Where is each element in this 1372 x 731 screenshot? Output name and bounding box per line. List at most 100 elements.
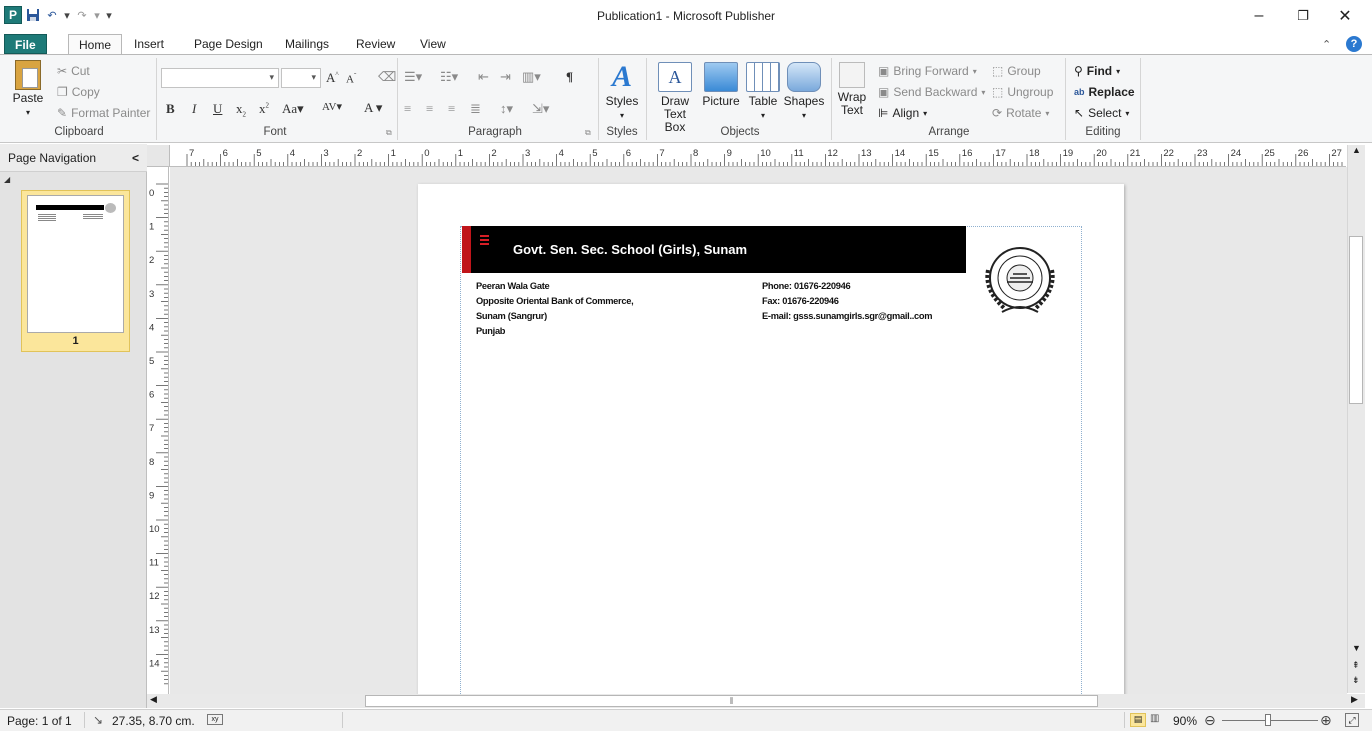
- zoom-level[interactable]: 90%: [1173, 714, 1197, 728]
- undo-icon[interactable]: ↶: [44, 7, 60, 23]
- send-backward-button[interactable]: ▣ Send Backward ▾: [878, 83, 985, 101]
- bring-forward-button[interactable]: ▣ Bring Forward ▾: [878, 62, 977, 80]
- paragraph-dialog-launcher-icon[interactable]: ⧉: [585, 128, 591, 138]
- two-page-view-icon[interactable]: ▥: [1150, 713, 1159, 724]
- single-page-view-icon[interactable]: ▤: [1130, 713, 1146, 727]
- ruler-label: 5: [592, 148, 597, 159]
- columns-icon[interactable]: ▥▾: [522, 69, 541, 85]
- align-right-icon[interactable]: ≡: [448, 101, 455, 117]
- vertical-ruler[interactable]: 0 1 2 3 4 5 6 7 8 9 10 11 12 13 14: [147, 167, 169, 697]
- paragraph-spacing-icon[interactable]: ⇲▾: [532, 101, 549, 117]
- previous-page-icon[interactable]: ⇞: [1352, 660, 1360, 671]
- italic-icon[interactable]: I: [192, 101, 196, 117]
- fit-page-icon[interactable]: ⤢: [1345, 713, 1359, 727]
- minimize-ribbon-icon[interactable]: ⌃: [1322, 38, 1331, 51]
- tab-review[interactable]: Review: [346, 34, 405, 54]
- rotate-button[interactable]: ⟳ Rotate ▾: [992, 104, 1049, 122]
- zoom-slider-thumb[interactable]: [1265, 714, 1271, 726]
- scroll-right-icon[interactable]: ▶: [1351, 694, 1358, 705]
- redo-icon[interactable]: ↷: [74, 7, 90, 23]
- scroll-up-icon[interactable]: ▲: [1352, 145, 1361, 155]
- tab-mailings[interactable]: Mailings: [275, 34, 339, 54]
- bullets-icon[interactable]: ☰▾: [404, 69, 422, 85]
- tab-insert[interactable]: Insert: [124, 34, 174, 54]
- page-thumbnail[interactable]: 1: [21, 190, 130, 352]
- superscript-icon[interactable]: x2: [259, 101, 269, 117]
- zoom-in-icon[interactable]: ⊕: [1320, 712, 1332, 729]
- tab-file[interactable]: File: [4, 34, 47, 54]
- paste-button[interactable]: Paste ▾: [8, 60, 48, 119]
- ungroup-button[interactable]: ⬚ Ungroup: [992, 83, 1053, 101]
- line-spacing-icon[interactable]: ↕▾: [500, 101, 513, 117]
- school-seal-logo[interactable]: [974, 240, 1066, 326]
- ruler-label: 8: [149, 457, 154, 468]
- align-left-icon[interactable]: ≡: [404, 101, 411, 117]
- increase-indent-icon[interactable]: ⇥: [500, 69, 511, 85]
- collapse-pane-icon[interactable]: <: [132, 151, 139, 165]
- change-case-icon[interactable]: Aa▾: [282, 101, 304, 117]
- status-divider: [1124, 712, 1125, 728]
- menu-lines-icon: [480, 235, 489, 245]
- save-icon[interactable]: [25, 7, 41, 23]
- contact-block[interactable]: Phone: 01676-220946 Fax: 01676-220946 E-…: [762, 279, 933, 324]
- table-button[interactable]: Table ▾: [745, 62, 781, 122]
- publisher-logo-icon[interactable]: P: [4, 6, 22, 24]
- page-indicator[interactable]: Page: 1 of 1: [7, 714, 72, 728]
- align-button[interactable]: ⊫ Align ▾: [878, 104, 927, 122]
- subscript-icon[interactable]: x2: [236, 101, 246, 119]
- styles-button[interactable]: A Styles ▾: [604, 62, 640, 122]
- font-name-combo[interactable]: ▾: [161, 68, 279, 88]
- zoom-out-icon[interactable]: ⊖: [1204, 712, 1216, 729]
- find-button[interactable]: ⚲ Find ▾: [1074, 62, 1120, 80]
- minimize-button[interactable]: –: [1236, 0, 1282, 32]
- picture-button[interactable]: Picture: [700, 62, 742, 108]
- font-color-icon[interactable]: A ▾: [364, 100, 382, 116]
- justify-icon[interactable]: ≣: [470, 101, 481, 117]
- shapes-button[interactable]: Shapes ▾: [783, 62, 825, 122]
- font-dialog-launcher-icon[interactable]: ⧉: [386, 128, 392, 138]
- show-marks-icon[interactable]: ¶: [566, 69, 573, 85]
- scroll-down-icon[interactable]: ▼: [1352, 643, 1361, 653]
- binoculars-icon: ⚲: [1074, 64, 1083, 78]
- school-name-title[interactable]: Govt. Sen. Sec. School (Girls), Sunam: [513, 242, 747, 257]
- format-painter-button[interactable]: ✎ Format Painter: [57, 104, 150, 122]
- numbering-icon[interactable]: ☷▾: [440, 69, 458, 85]
- tab-page-design[interactable]: Page Design: [184, 34, 273, 54]
- clear-formatting-icon[interactable]: ⌫: [378, 69, 396, 85]
- close-button[interactable]: ✕: [1322, 0, 1368, 32]
- replace-button[interactable]: ab Replace: [1074, 83, 1135, 101]
- select-button[interactable]: ↖ Select ▾: [1074, 104, 1129, 122]
- restore-button[interactable]: ❐: [1280, 0, 1326, 32]
- horizontal-ruler[interactable]: 7 6 5 4 3 2 1 0 1 2 3 4 5 6 7 8 9 10 11 12 13 14 15 16 17 18 19 20 2…: [170, 145, 1346, 167]
- styles-icon: A: [611, 60, 632, 93]
- character-spacing-icon[interactable]: AV▾: [322, 100, 342, 113]
- undo-dropdown-icon[interactable]: ▾: [63, 7, 71, 23]
- help-icon[interactable]: ?: [1346, 36, 1362, 52]
- grow-font-icon[interactable]: A^: [326, 70, 339, 86]
- address-block[interactable]: Peeran Wala Gate Opposite Oriental Bank …: [476, 279, 634, 339]
- tab-view[interactable]: View: [410, 34, 456, 54]
- align-center-icon[interactable]: ≡: [426, 101, 433, 117]
- publication-page[interactable]: Govt. Sen. Sec. School (Girls), Sunam Pe…: [418, 184, 1124, 694]
- underline-icon[interactable]: U: [213, 101, 222, 117]
- next-page-icon[interactable]: ⇟: [1352, 675, 1360, 686]
- wrap-text-button[interactable]: Wrap Text: [835, 62, 869, 117]
- redo-dropdown-icon[interactable]: ▾: [93, 7, 101, 23]
- horizontal-scroll-thumb[interactable]: ⦀: [365, 695, 1098, 707]
- decrease-indent-icon[interactable]: ⇤: [478, 69, 489, 85]
- font-size-combo[interactable]: ▾: [281, 68, 321, 88]
- bold-icon[interactable]: B: [166, 101, 175, 117]
- cut-button[interactable]: ✂ Cut: [57, 62, 90, 80]
- copy-button[interactable]: ❐ Copy: [57, 83, 100, 101]
- tab-home[interactable]: Home: [68, 34, 123, 55]
- customize-qat-icon[interactable]: ▾: [104, 7, 114, 23]
- shrink-font-icon[interactable]: Aˇ: [346, 72, 356, 86]
- vertical-scroll-thumb[interactable]: [1349, 236, 1363, 404]
- vertical-scrollbar[interactable]: ▲ ▼ ⇞ ⇟: [1347, 145, 1365, 693]
- workspace-canvas[interactable]: Govt. Sen. Sec. School (Girls), Sunam Pe…: [170, 167, 1347, 694]
- address-line: Punjab: [476, 326, 506, 336]
- section-expand-icon[interactable]: ◢: [4, 175, 10, 184]
- group-button[interactable]: ⬚ Group: [992, 62, 1041, 80]
- scroll-left-icon[interactable]: ◀: [150, 694, 157, 705]
- draw-text-box-button[interactable]: A Draw Text Box: [652, 62, 698, 134]
